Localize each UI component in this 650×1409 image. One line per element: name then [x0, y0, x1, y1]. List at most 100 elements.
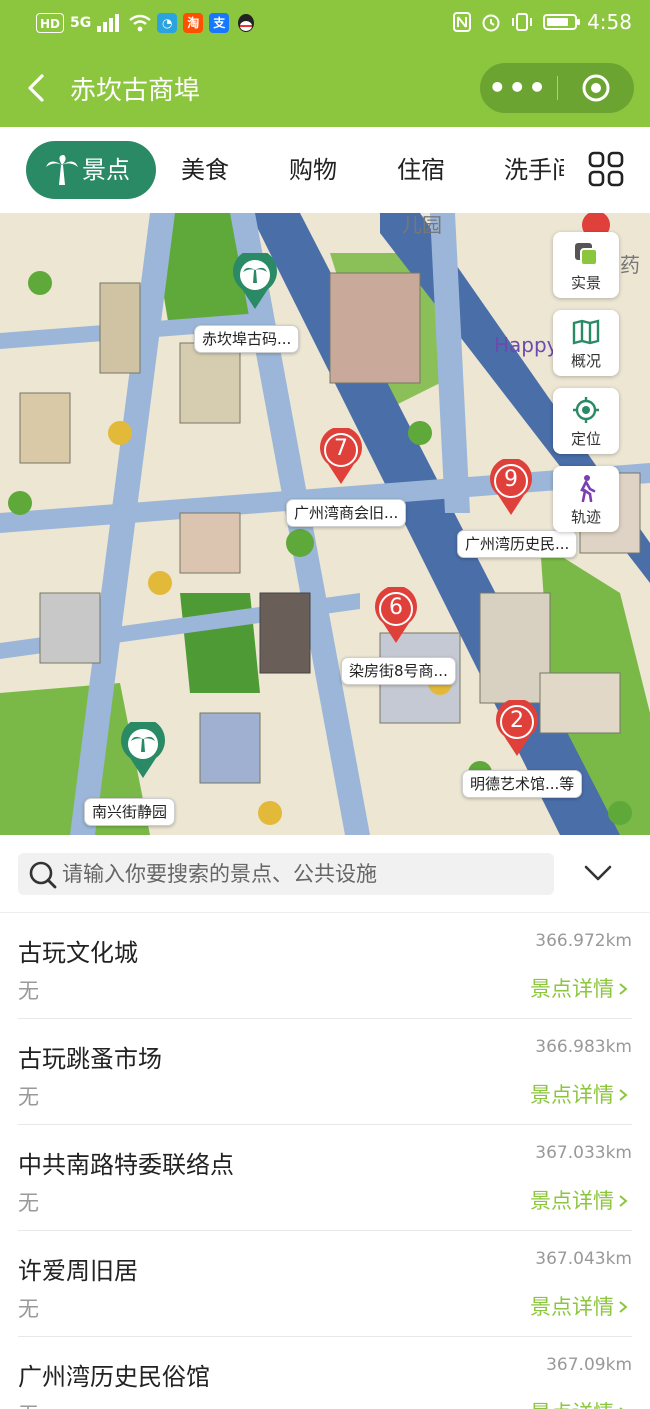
- chevron-right-icon: [619, 983, 628, 995]
- tab-scenic-spots[interactable]: 景点: [26, 141, 156, 199]
- item-subtitle: 无: [18, 1297, 39, 1321]
- marker-number: 9: [504, 467, 518, 492]
- numbered-marker[interactable]: 9: [489, 457, 533, 517]
- app-notification-icon: ◔: [157, 13, 178, 33]
- nav-bar: 赤坎古商埠 •••: [0, 50, 650, 127]
- marker-number: 6: [389, 595, 403, 620]
- alarm-icon: [482, 14, 500, 32]
- signal-icon: [97, 14, 120, 32]
- map-bg-label: 儿园: [402, 213, 442, 237]
- alipay-icon: 支: [209, 13, 230, 33]
- chevron-down-icon[interactable]: [582, 861, 614, 885]
- tool-label: 实景: [570, 274, 601, 292]
- item-subtitle: 无: [18, 979, 39, 1003]
- locate-button[interactable]: 定位: [553, 388, 619, 454]
- list-item[interactable]: 广州湾历史民俗馆 无 367.09km 景点详情: [18, 1337, 632, 1409]
- grid-menu-icon[interactable]: [588, 151, 624, 187]
- palm-tree-icon: [46, 155, 78, 185]
- marker-number: 7: [334, 436, 348, 461]
- vibrate-icon: [512, 13, 533, 31]
- tool-label: 概况: [570, 352, 601, 370]
- close-miniprogram-button[interactable]: [558, 63, 635, 113]
- list-item[interactable]: 古玩文化城 无 366.972km 景点详情: [18, 913, 632, 1019]
- detail-label: 景点详情: [530, 1401, 614, 1409]
- chevron-right-icon: [619, 1089, 628, 1101]
- numbered-marker-label[interactable]: 明德艺术馆...等: [462, 770, 583, 798]
- detail-link[interactable]: 景点详情: [530, 1079, 628, 1109]
- item-distance: 366.983km: [535, 1037, 632, 1057]
- page-title: 赤坎古商埠: [70, 76, 201, 106]
- map-view[interactable]: 儿园 药 Happy 赤坎埠古码... 南兴街静园 7 广州湾商会旧... 9 …: [0, 213, 650, 835]
- back-button[interactable]: [22, 68, 52, 108]
- locate-icon: [573, 397, 599, 423]
- list-item[interactable]: 许爱周旧居 无 367.043km 景点详情: [18, 1231, 632, 1337]
- tab-label: 景点: [82, 156, 130, 184]
- tab-restroom[interactable]: 洗手间: [504, 141, 564, 199]
- park-marker-label[interactable]: 南兴街静园: [84, 798, 176, 826]
- detail-label: 景点详情: [530, 1189, 614, 1213]
- marker-number: 2: [510, 708, 524, 733]
- item-subtitle: 无: [18, 1399, 39, 1409]
- item-name: 古玩跳蚤市场: [18, 1045, 162, 1073]
- track-button[interactable]: 轨迹: [553, 466, 619, 532]
- detail-link[interactable]: 景点详情: [530, 1291, 628, 1321]
- park-marker-icon[interactable]: [232, 253, 278, 311]
- network-indicator: 5G: [70, 15, 92, 31]
- numbered-marker[interactable]: 6: [374, 585, 418, 645]
- top-bar: HD 5G ◔ 淘 支 4:58 赤坎古商埠 •••: [0, 0, 650, 127]
- hd-indicator: HD: [36, 13, 65, 33]
- tab-shopping[interactable]: 购物: [289, 141, 337, 199]
- more-button[interactable]: •••: [480, 63, 557, 113]
- live-view-button[interactable]: 实景: [553, 232, 619, 298]
- search-input[interactable]: [62, 853, 542, 895]
- map-bg-label: 药: [620, 253, 640, 277]
- battery-icon: [543, 14, 581, 30]
- search-icon: [29, 861, 57, 889]
- numbered-marker-label[interactable]: 广州湾历史民...: [457, 530, 578, 558]
- item-distance: 367.09km: [546, 1355, 632, 1375]
- detail-link[interactable]: 景点详情: [530, 1397, 628, 1409]
- map-book-icon: [572, 319, 600, 345]
- target-circle-icon: [582, 74, 610, 102]
- item-name: 中共南路特委联络点: [18, 1151, 234, 1179]
- detail-label: 景点详情: [530, 1083, 614, 1107]
- search-box[interactable]: [18, 853, 554, 895]
- list-item[interactable]: 中共南路特委联络点 无 367.033km 景点详情: [18, 1125, 632, 1231]
- tab-lodging[interactable]: 住宿: [397, 141, 445, 199]
- layers-icon: [575, 243, 598, 266]
- category-tabs: 景点 美食 购物 住宿 洗手间: [0, 127, 650, 213]
- list-item[interactable]: 古玩跳蚤市场 无 366.983km 景点详情: [18, 1019, 632, 1125]
- tab-food[interactable]: 美食: [181, 141, 229, 199]
- item-name: 古玩文化城: [18, 939, 138, 967]
- item-subtitle: 无: [18, 1191, 39, 1215]
- numbered-marker-label[interactable]: 染房街8号商...: [341, 657, 456, 685]
- item-subtitle: 无: [18, 1085, 39, 1109]
- clock: 4:58: [587, 10, 632, 34]
- detail-label: 景点详情: [530, 977, 614, 1001]
- park-marker-label[interactable]: 赤坎埠古码...: [194, 325, 300, 353]
- item-name: 广州湾历史民俗馆: [18, 1363, 210, 1391]
- detail-link[interactable]: 景点详情: [530, 973, 628, 1003]
- item-name: 许爱周旧居: [18, 1257, 138, 1285]
- chevron-left-icon: [28, 74, 44, 102]
- detail-link[interactable]: 景点详情: [530, 1185, 628, 1215]
- park-marker-icon[interactable]: [120, 722, 166, 780]
- numbered-marker[interactable]: 2: [495, 698, 539, 758]
- search-bar: [0, 835, 650, 913]
- map-bg-label: Happy: [494, 333, 559, 357]
- wifi-icon: [129, 14, 151, 32]
- nfc-icon: [453, 12, 472, 32]
- overview-button[interactable]: 概况: [553, 310, 619, 376]
- numbered-marker-label[interactable]: 广州湾商会旧...: [286, 499, 407, 527]
- chevron-right-icon: [619, 1195, 628, 1207]
- tool-label: 轨迹: [570, 508, 601, 526]
- detail-label: 景点详情: [530, 1295, 614, 1319]
- numbered-marker[interactable]: 7: [319, 426, 363, 486]
- chevron-right-icon: [619, 1301, 628, 1313]
- tool-label: 定位: [570, 430, 601, 448]
- more-dots-icon: •••: [488, 71, 549, 104]
- item-distance: 366.972km: [535, 931, 632, 951]
- battery-level: [547, 18, 569, 26]
- walker-icon: [580, 475, 596, 502]
- item-distance: 367.043km: [535, 1249, 632, 1269]
